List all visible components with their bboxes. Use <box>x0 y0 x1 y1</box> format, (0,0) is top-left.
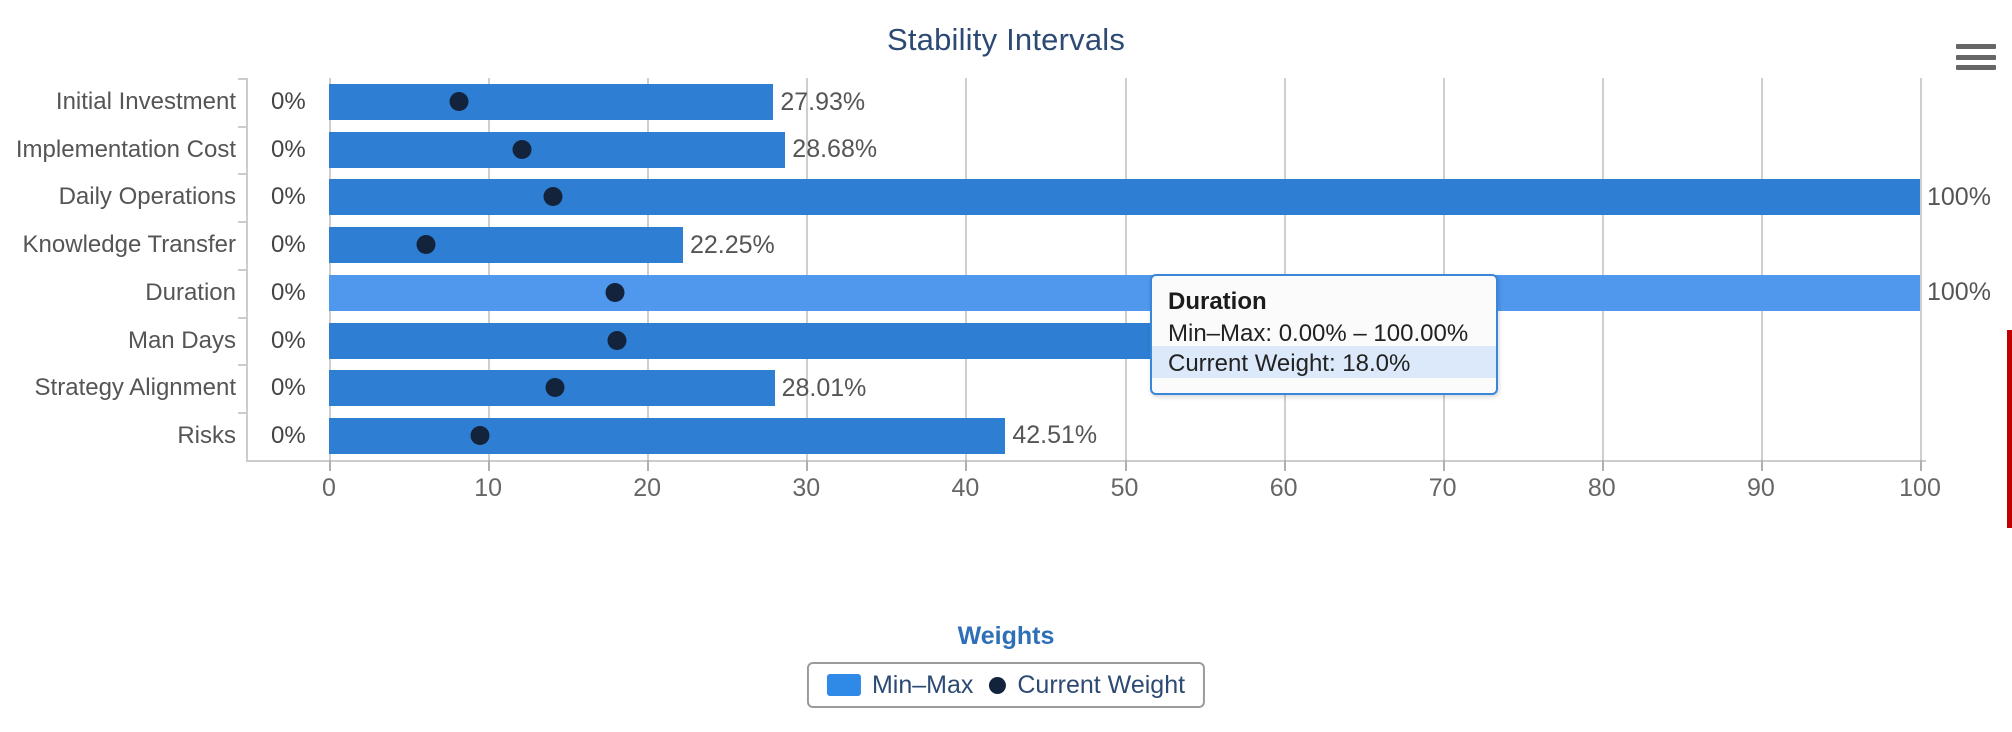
min-max-bar[interactable] <box>329 417 1006 454</box>
hamburger-bar-2 <box>1956 54 1996 60</box>
bar-min-label: 0% <box>271 326 306 354</box>
bar-row[interactable]: Initial Investment 0% 27.93% <box>0 78 2012 126</box>
min-max-bar[interactable] <box>329 84 774 120</box>
bar-min-label: 0% <box>271 183 306 211</box>
current-weight-dot[interactable] <box>449 92 469 111</box>
tooltip-current-weight-line: Current Weight: 18.0% <box>1168 350 1411 378</box>
category-label: Duration <box>145 278 236 306</box>
tooltip-title: Duration <box>1168 288 1267 315</box>
min-max-bar[interactable] <box>329 179 1920 216</box>
x-axis-line <box>246 460 1926 462</box>
category-label: Man Days <box>127 326 236 354</box>
legend-item-current-weight[interactable]: Current Weight <box>989 671 1185 700</box>
bar-row[interactable]: Daily Operations 0% 100% <box>0 173 2012 221</box>
hamburger-bar-1 <box>1956 44 1996 49</box>
bar-min-label: 0% <box>271 374 306 402</box>
legend-label-min-max: Min–Max <box>871 670 974 699</box>
category-label: Risks <box>177 421 236 449</box>
x-tick-70 <box>1442 460 1445 471</box>
x-tick-label-50: 50 <box>1110 474 1139 502</box>
category-label: Strategy Alignment <box>34 374 236 402</box>
chart-tooltip: Duration Min–Max: 0.00% – 100.00% Curren… <box>1150 274 1498 396</box>
chart-legend[interactable]: Min–Max Current Weight <box>806 662 1206 708</box>
min-max-bar[interactable] <box>329 131 786 168</box>
x-tick-label-60: 60 <box>1269 474 1298 502</box>
bar-row[interactable]: Implementation Cost 0% 28.68% <box>0 126 2012 174</box>
min-max-bar[interactable] <box>329 227 683 264</box>
current-weight-dot[interactable] <box>545 378 565 398</box>
x-tick-100 <box>1920 460 1922 471</box>
x-axis-title: Weights <box>957 622 1055 650</box>
current-weight-dot[interactable] <box>416 235 436 255</box>
x-tick-label-30: 30 <box>792 474 821 502</box>
x-tick-label-20: 20 <box>633 474 662 502</box>
chart-container: Stability Intervals 0 10 20 30 40 50 60 70 80 90 1… <box>0 0 2012 732</box>
current-weight-dot[interactable] <box>543 187 563 207</box>
bar-min-label: 0% <box>271 135 306 163</box>
x-tick-0 <box>329 460 331 471</box>
bar-row[interactable]: Strategy Alignment 0% 28.01% <box>0 364 2012 412</box>
right-edge-marker <box>2007 330 2012 528</box>
x-tick-label-90: 90 <box>1746 474 1775 502</box>
x-tick-label-100: 100 <box>1899 474 1941 502</box>
legend-label-current-weight: Current Weight <box>1017 670 1186 699</box>
bar-max-label: 100% <box>1927 278 1991 307</box>
x-tick-label-70: 70 <box>1428 474 1457 502</box>
bar-min-label: 0% <box>271 421 306 449</box>
legend-item-min-max[interactable]: Min–Max <box>826 670 974 700</box>
legend-square-swatch-icon <box>826 674 861 696</box>
chart-title: Stability Intervals <box>886 22 1126 57</box>
x-tick-label-0: 0 <box>322 474 336 502</box>
category-label: Implementation Cost <box>15 135 236 163</box>
x-tick-label-10: 10 <box>474 474 502 502</box>
bar-max-label: 42.51% <box>1012 421 1098 450</box>
category-label: Knowledge Transfer <box>22 231 236 259</box>
min-max-bar[interactable] <box>329 274 1920 311</box>
plot-area: 0 10 20 30 40 50 60 70 80 90 100 Initial Investmen… <box>0 78 2012 540</box>
bar-max-label: 27.93% <box>780 87 866 116</box>
bar-max-label: 100% <box>1927 182 1991 211</box>
bar-row[interactable]: Man Days0%66.48% <box>0 317 2012 365</box>
x-tick-80 <box>1601 460 1604 471</box>
bar-max-label: 28.68% <box>792 135 878 164</box>
bar-min-label: 0% <box>271 278 306 306</box>
legend-circle-swatch-icon <box>989 676 1007 694</box>
tooltip-minmax-line: Min–Max: 0.00% – 100.00% <box>1168 320 1469 347</box>
x-tick-50 <box>1124 460 1127 471</box>
x-tick-90 <box>1760 460 1763 471</box>
bar-min-label: 0% <box>271 231 306 259</box>
bar-max-label: 28.01% <box>781 373 867 402</box>
hamburger-menu-icon[interactable] <box>1956 42 1998 72</box>
current-weight-dot[interactable] <box>607 330 627 350</box>
bar-max-label: 22.25% <box>689 230 775 259</box>
x-tick-60 <box>1283 460 1286 471</box>
category-label: Initial Investment <box>55 88 236 115</box>
tooltip-body: Duration Min–Max: 0.00% – 100.00% Curren… <box>1168 288 1480 379</box>
x-tick-20 <box>647 460 650 471</box>
current-weight-dot[interactable] <box>605 282 625 302</box>
x-tick-label-80: 80 <box>1587 474 1616 502</box>
category-label: Daily Operations <box>58 183 236 211</box>
current-weight-dot[interactable] <box>512 139 531 159</box>
hamburger-bar-3 <box>1956 65 1996 70</box>
x-tick-40 <box>965 460 968 471</box>
bar-row[interactable]: Duration 0% 100% <box>0 269 2012 317</box>
x-tick-10 <box>488 460 491 471</box>
bar-min-label: 0% <box>271 88 306 115</box>
x-tick-label-40: 40 <box>951 474 980 502</box>
x-tick-30 <box>806 460 809 471</box>
bar-row[interactable]: Risks 0% 42.51% <box>0 412 2012 460</box>
current-weight-dot[interactable] <box>470 425 490 445</box>
bar-row[interactable]: Knowledge Transfer 0% 22.25% <box>0 221 2012 269</box>
